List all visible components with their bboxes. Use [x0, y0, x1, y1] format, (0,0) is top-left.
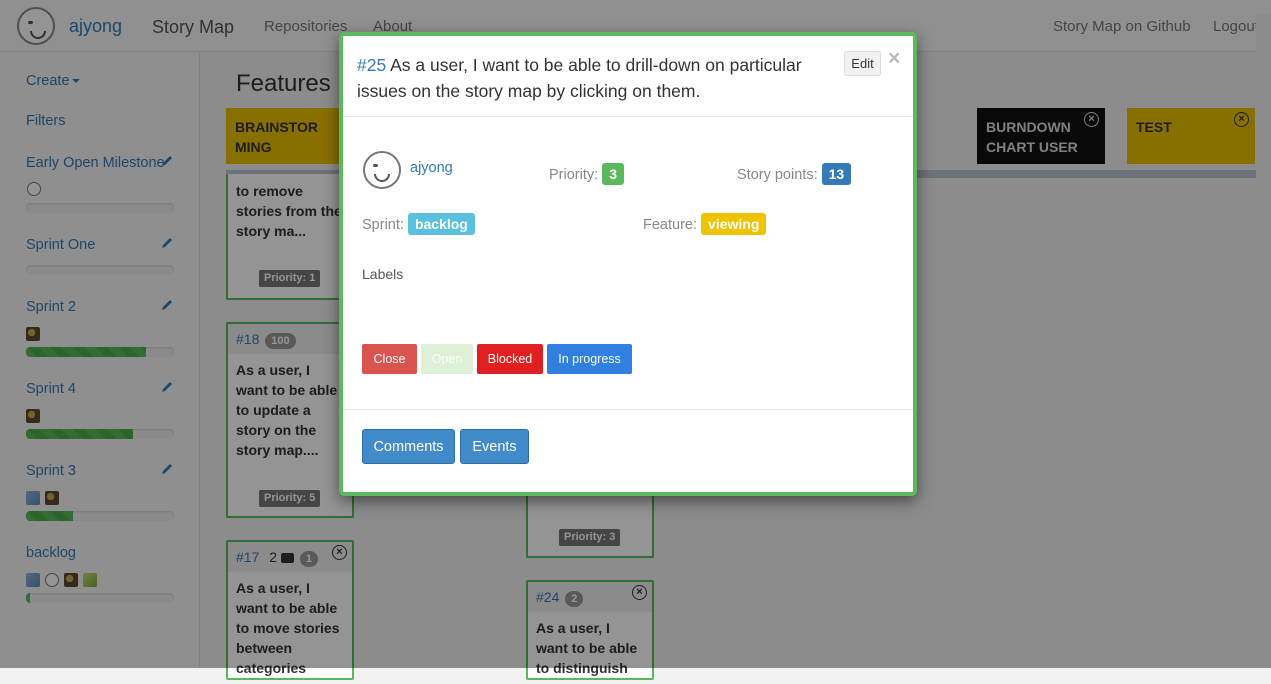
assignee-link[interactable]: ajyong [410, 160, 453, 176]
close-issue-button[interactable]: Close [362, 344, 417, 374]
sprint-value[interactable]: backlog [407, 213, 475, 235]
in-progress-button[interactable]: In progress [547, 344, 632, 374]
feature-label: Feature: [643, 217, 697, 233]
assignee-avatar [363, 151, 401, 189]
labels-heading: Labels [362, 266, 404, 282]
divider [343, 116, 913, 117]
feature-field: Feature: viewing [643, 213, 767, 235]
story-points-field: Story points: 13 [737, 163, 852, 185]
modal-title: #25 As a user, I want to be able to dril… [357, 52, 827, 104]
feature-value[interactable]: viewing [701, 213, 767, 235]
sprint-field: Sprint: backlog [362, 213, 475, 235]
issue-number-link[interactable]: #25 [357, 55, 386, 75]
blocked-button[interactable]: Blocked [477, 344, 543, 374]
story-points-label: Story points: [737, 167, 818, 183]
priority-value[interactable]: 3 [602, 163, 624, 185]
comments-button[interactable]: Comments [362, 429, 455, 464]
divider [343, 409, 913, 410]
close-icon[interactable]: × [888, 47, 900, 71]
issue-modal: #25 As a user, I want to be able to dril… [339, 32, 917, 496]
events-button[interactable]: Events [460, 429, 529, 464]
issue-title: As a user, I want to be able to drill-do… [357, 55, 802, 101]
story-points-value[interactable]: 13 [821, 163, 852, 185]
priority-label: Priority: [549, 167, 599, 183]
sprint-label: Sprint: [362, 217, 404, 233]
open-issue-button[interactable]: Open [421, 344, 473, 374]
priority-field: Priority: 3 [549, 163, 624, 185]
edit-button[interactable]: Edit [844, 51, 881, 76]
